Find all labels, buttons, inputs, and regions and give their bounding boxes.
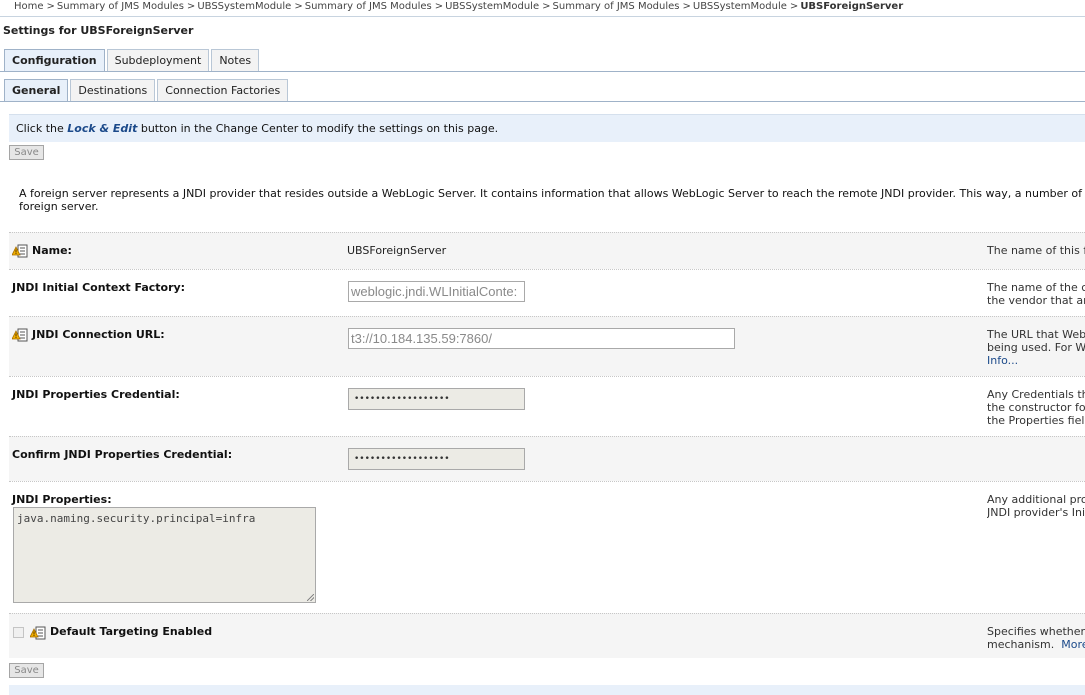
context-factory-input[interactable]: weblogic.jndi.WLInitialConte: [348, 281, 525, 302]
description-line-1: A foreign server represents a JNDI provi… [19, 187, 1085, 200]
more-info-link[interactable]: Info... [987, 354, 1085, 367]
info-suffix: button in the Change Center to modify th… [140, 122, 499, 135]
default-targeting-label: Default Targeting Enabled [50, 625, 213, 638]
properties-help-line: JNDI provider's Initia [987, 506, 1085, 519]
save-button-top[interactable]: Save [9, 145, 44, 160]
default-targeting-help-text: mechanism. [987, 638, 1055, 651]
breadcrumb-link-module[interactable]: UBSSystemModule [445, 1, 539, 12]
context-factory-help-line: the vendor that are [987, 294, 1085, 307]
breadcrumb-link-module[interactable]: UBSSystemModule [693, 1, 787, 12]
main-tabs-baseline [0, 71, 1085, 72]
lock-restart-icon [12, 328, 28, 342]
lock-restart-icon [12, 244, 28, 258]
sub-tabs-baseline [0, 101, 1085, 102]
breadcrumb-link-module[interactable]: UBSSystemModule [197, 1, 291, 12]
subtab-general[interactable]: General [4, 79, 69, 101]
credential-help-line: Any Credentials that [987, 388, 1085, 401]
default-targeting-help-line: Specifies whether th [987, 625, 1085, 638]
context-factory-help: The name of the cla the vendor that are [987, 281, 1085, 307]
confirm-credential-password-input[interactable]: •••••••••••••••••• [348, 448, 525, 470]
info-prefix: Click the [16, 122, 64, 135]
properties-help: Any additional prope JNDI provider's Ini… [987, 493, 1085, 519]
connection-url-help-line: The URL that WebLo [987, 328, 1085, 341]
field-row-credential: JNDI Properties Credential: ••••••••••••… [9, 376, 1085, 436]
lock-edit-text: Lock & Edit [67, 122, 138, 135]
breadcrumb-separator: > [682, 1, 691, 12]
tab-subdeployment[interactable]: Subdeployment [106, 49, 210, 71]
page-description: A foreign server represents a JNDI provi… [19, 187, 1085, 213]
confirm-credential-label: Confirm JNDI Properties Credential: [12, 448, 233, 461]
breadcrumb-link-jms-modules[interactable]: Summary of JMS Modules [553, 1, 680, 12]
name-help-line: The name of this for [987, 244, 1085, 257]
breadcrumb-divider [0, 16, 1085, 17]
credential-password-input[interactable]: •••••••••••••••••• [348, 388, 525, 410]
field-row-connection-url: JNDI Connection URL: t3://10.184.135.59:… [9, 316, 1085, 376]
description-line-2: foreign server. [19, 200, 99, 213]
breadcrumb-current: UBSForeignServer [800, 1, 904, 12]
save-button-bottom[interactable]: Save [9, 663, 44, 678]
tab-notes[interactable]: Notes [211, 49, 260, 71]
breadcrumb-separator: > [294, 1, 303, 12]
credential-help-line: the constructor for t [987, 401, 1085, 414]
resize-grip-icon[interactable] [307, 594, 314, 601]
connection-url-help: The URL that WebLo being used. For Web I… [987, 328, 1085, 367]
properties-text: java.naming.security.principal=infra [17, 512, 256, 525]
name-help: The name of this for [987, 244, 1085, 257]
bottom-message-bar [9, 685, 1085, 695]
properties-help-line: Any additional prope [987, 493, 1085, 506]
breadcrumb: Home > Summary of JMS Modules > UBSSystemMod… [14, 1, 903, 12]
context-factory-label: JNDI Initial Context Factory: [12, 281, 186, 294]
default-targeting-help-line: mechanism. More [987, 638, 1085, 651]
subtab-destinations[interactable]: Destinations [70, 79, 156, 101]
change-center-message: Click the Lock & Edit button in the Chan… [9, 114, 1085, 142]
field-row-name: Name: UBSForeignServer The name of this … [9, 232, 1085, 269]
subtab-connection-factories[interactable]: Connection Factories [157, 79, 289, 101]
connection-url-input[interactable]: t3://10.184.135.59:7860/ [348, 328, 735, 349]
connection-url-help-line: being used. For Web [987, 341, 1085, 354]
tab-configuration[interactable]: Configuration [4, 49, 105, 71]
name-value: UBSForeignServer [347, 244, 447, 257]
context-factory-help-line: The name of the cla [987, 281, 1085, 294]
default-targeting-help: Specifies whether th mechanism. More [987, 625, 1085, 651]
field-row-properties: JNDI Properties: java.naming.security.pr… [9, 481, 1085, 613]
breadcrumb-link-home[interactable]: Home [14, 1, 44, 12]
breadcrumb-separator: > [46, 1, 55, 12]
lock-restart-icon [30, 626, 46, 640]
breadcrumb-separator: > [434, 1, 444, 12]
field-row-confirm-credential: Confirm JNDI Properties Credential: ••••… [9, 436, 1085, 481]
field-row-context-factory: JNDI Initial Context Factory: weblogic.j… [9, 269, 1085, 316]
breadcrumb-link-jms-modules[interactable]: Summary of JMS Modules [305, 1, 432, 12]
breadcrumb-link-jms-modules[interactable]: Summary of JMS Modules [57, 1, 184, 12]
credential-help: Any Credentials that the constructor for… [987, 388, 1085, 427]
breadcrumb-separator: > [186, 1, 196, 12]
more-info-link[interactable]: More [1061, 638, 1085, 651]
connection-url-label: JNDI Connection URL: [32, 328, 165, 341]
page-title: Settings for UBSForeignServer [3, 24, 194, 37]
credential-help-line: the Properties field r [987, 414, 1085, 427]
credential-label: JNDI Properties Credential: [12, 388, 180, 401]
breadcrumb-separator: > [542, 1, 551, 12]
properties-label: JNDI Properties: [12, 493, 112, 506]
field-row-default-targeting: Default Targeting Enabled Specifies whet… [9, 613, 1085, 658]
properties-textarea[interactable]: java.naming.security.principal=infra [13, 507, 316, 603]
sub-tabs: General Destinations Connection Factorie… [4, 79, 289, 101]
breadcrumb-separator: > [789, 1, 799, 12]
default-targeting-checkbox[interactable] [13, 627, 24, 638]
name-label: Name: [32, 244, 72, 257]
main-tabs: Configuration Subdeployment Notes [4, 49, 260, 71]
